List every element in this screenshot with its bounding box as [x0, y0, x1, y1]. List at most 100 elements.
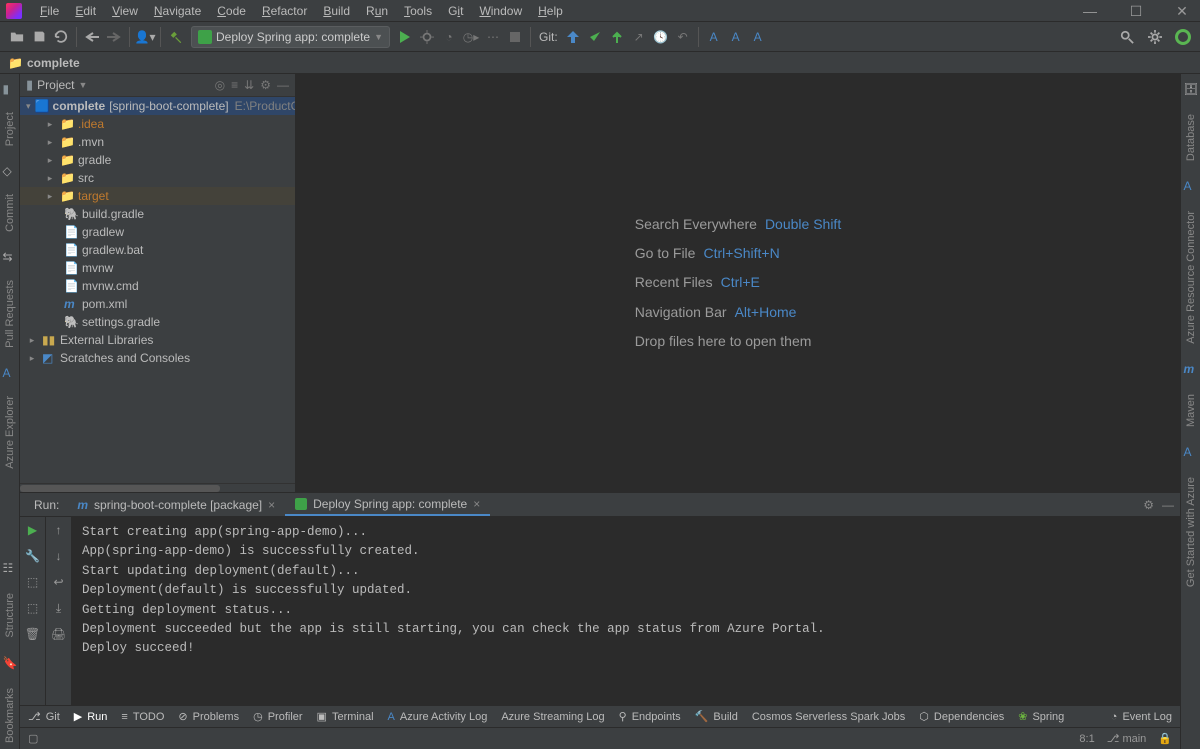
- git-push-button[interactable]: [606, 26, 628, 48]
- right-gutter-database[interactable]: Database: [1185, 108, 1197, 167]
- open-button[interactable]: [6, 26, 28, 48]
- maven-icon[interactable]: m: [1184, 362, 1198, 376]
- tstrip-azure-stream[interactable]: Azure Streaming Log: [501, 711, 604, 723]
- window-minimize-button[interactable]: —: [1076, 0, 1104, 22]
- menu-git[interactable]: Git: [440, 1, 471, 21]
- menu-tools[interactable]: Tools: [396, 1, 440, 21]
- stop-button[interactable]: [504, 26, 526, 48]
- close-icon[interactable]: ×: [268, 498, 275, 512]
- azure-aad-button[interactable]: A: [703, 26, 725, 48]
- close-icon[interactable]: ×: [473, 497, 480, 511]
- project-view-caret[interactable]: ▼: [79, 80, 88, 90]
- run-configuration-selector[interactable]: Deploy Spring app: complete ▼: [191, 26, 390, 48]
- avatar-button[interactable]: [1172, 26, 1194, 48]
- save-button[interactable]: [28, 26, 50, 48]
- database-icon[interactable]: 🗄: [1184, 82, 1198, 96]
- project-collapse-icon[interactable]: ⇊: [244, 78, 254, 92]
- status-branch[interactable]: ⎇ main: [1107, 732, 1147, 745]
- azure-button-2[interactable]: A: [725, 26, 747, 48]
- left-gutter-structure[interactable]: Structure: [4, 587, 16, 644]
- tstrip-endpoints[interactable]: ⚲Endpoints: [619, 710, 681, 723]
- git-history-button[interactable]: ↗: [628, 26, 650, 48]
- window-close-button[interactable]: ✕: [1168, 0, 1196, 22]
- structure-tool-icon[interactable]: ☷: [3, 561, 17, 575]
- search-button[interactable]: [1116, 26, 1138, 48]
- left-gutter-pull[interactable]: Pull Requests: [4, 274, 16, 354]
- tree-scratches[interactable]: ▸◩Scratches and Consoles: [20, 349, 295, 367]
- git-clock-button[interactable]: 🕓: [650, 26, 672, 48]
- tstrip-deps[interactable]: ⬡Dependencies: [919, 710, 1004, 723]
- print-button[interactable]: 🖨: [50, 625, 68, 643]
- back-button[interactable]: [81, 26, 103, 48]
- tree-file[interactable]: 📄gradlew.bat: [20, 241, 295, 259]
- menu-refactor[interactable]: Refactor: [254, 1, 315, 21]
- pull-requests-tool-icon[interactable]: ⇆: [3, 250, 17, 264]
- project-expand-icon[interactable]: ≡: [231, 78, 238, 92]
- breadcrumb[interactable]: 📁 complete: [0, 52, 1200, 74]
- status-pos[interactable]: 8:1: [1079, 733, 1094, 745]
- menu-run[interactable]: Run: [358, 1, 396, 21]
- menu-build[interactable]: Build: [315, 1, 358, 21]
- tree-folder-gradle[interactable]: ▸📁gradle: [20, 151, 295, 169]
- menu-help[interactable]: Help: [530, 1, 571, 21]
- git-revert-button[interactable]: ↶: [672, 26, 694, 48]
- scrollbar-horizontal[interactable]: [20, 483, 295, 492]
- menu-window[interactable]: Window: [471, 1, 530, 21]
- bookmarks-tool-icon[interactable]: 🔖: [3, 656, 17, 670]
- azure-icon[interactable]: A: [1184, 445, 1198, 459]
- scroll-up-button[interactable]: ↑: [50, 521, 68, 539]
- forward-button[interactable]: [103, 26, 125, 48]
- tree-file[interactable]: 🐘build.gradle: [20, 205, 295, 223]
- profiler-button[interactable]: ◷▸: [460, 26, 482, 48]
- clear-button[interactable]: 🗑: [24, 625, 42, 643]
- run-tab-deploy[interactable]: Deploy Spring app: complete ×: [285, 493, 490, 516]
- azure-button-3[interactable]: A: [747, 26, 769, 48]
- debug-button[interactable]: [416, 26, 438, 48]
- user-button[interactable]: 👤▾: [134, 26, 156, 48]
- wrench-button[interactable]: 🔧: [24, 547, 42, 565]
- commit-tool-icon[interactable]: ◇: [3, 164, 17, 178]
- project-tool-icon[interactable]: ▮: [3, 82, 17, 96]
- scroll-down-button[interactable]: ↓: [50, 547, 68, 565]
- left-gutter-commit[interactable]: Commit: [4, 188, 16, 238]
- azure-icon[interactable]: A: [1184, 179, 1198, 193]
- right-gutter-azure-res[interactable]: Azure Resource Connector: [1185, 205, 1197, 350]
- tstrip-terminal[interactable]: ▣Terminal: [317, 710, 374, 723]
- left-gutter-bookmarks[interactable]: Bookmarks: [4, 682, 16, 749]
- tree-folder-src[interactable]: ▸📁src: [20, 169, 295, 187]
- tstrip-profiler[interactable]: ◷Profiler: [253, 710, 302, 723]
- scroll-end-button[interactable]: ⤓: [50, 599, 68, 617]
- git-commit-button[interactable]: [584, 26, 606, 48]
- project-header[interactable]: ▮ Project ▼ ◎ ≡ ⇊ ⚙ —: [20, 74, 295, 97]
- status-windows-icon[interactable]: ▢: [28, 732, 38, 745]
- run-button[interactable]: [394, 26, 416, 48]
- tree-root[interactable]: ▾ 🟦 complete [spring-boot-complete] E:\P…: [20, 97, 295, 115]
- tstrip-problems[interactable]: ⊘Problems: [178, 710, 239, 723]
- menu-edit[interactable]: Edit: [67, 1, 104, 21]
- git-update-button[interactable]: [562, 26, 584, 48]
- tree-file[interactable]: mpom.xml: [20, 295, 295, 313]
- console-output[interactable]: Start creating app(spring-app-demo)... A…: [72, 517, 1180, 705]
- run-tab-package[interactable]: m spring-boot-complete [package] ×: [67, 493, 285, 516]
- attach-button[interactable]: ⋯: [482, 26, 504, 48]
- refresh-button[interactable]: [50, 26, 72, 48]
- window-maximize-button[interactable]: ☐: [1122, 0, 1150, 22]
- tool-button-1[interactable]: ⬚: [24, 573, 42, 591]
- rerun-button[interactable]: ▶: [24, 521, 42, 539]
- tstrip-git[interactable]: ⎇Git: [28, 710, 60, 723]
- tool-button-2[interactable]: ⬚: [24, 599, 42, 617]
- right-gutter-maven[interactable]: Maven: [1185, 388, 1197, 433]
- tree-external-libs[interactable]: ▸▮▮External Libraries: [20, 331, 295, 349]
- status-lock-icon[interactable]: 🔒: [1158, 732, 1172, 745]
- tstrip-azure-log[interactable]: AAzure Activity Log: [388, 711, 488, 723]
- run-hide-icon[interactable]: —: [1162, 498, 1174, 512]
- tstrip-build[interactable]: 🔨Build: [695, 710, 738, 723]
- right-gutter-getstarted[interactable]: Get Started with Azure: [1185, 471, 1197, 593]
- tstrip-spring[interactable]: ❀Spring: [1018, 710, 1064, 723]
- project-target-icon[interactable]: ◎: [215, 78, 225, 92]
- tree-file[interactable]: 📄mvnw.cmd: [20, 277, 295, 295]
- project-settings-icon[interactable]: ⚙: [260, 78, 271, 92]
- tree-folder-idea[interactable]: ▸📁.idea: [20, 115, 295, 133]
- project-tree[interactable]: ▾ 🟦 complete [spring-boot-complete] E:\P…: [20, 97, 295, 483]
- tree-file[interactable]: 🐘settings.gradle: [20, 313, 295, 331]
